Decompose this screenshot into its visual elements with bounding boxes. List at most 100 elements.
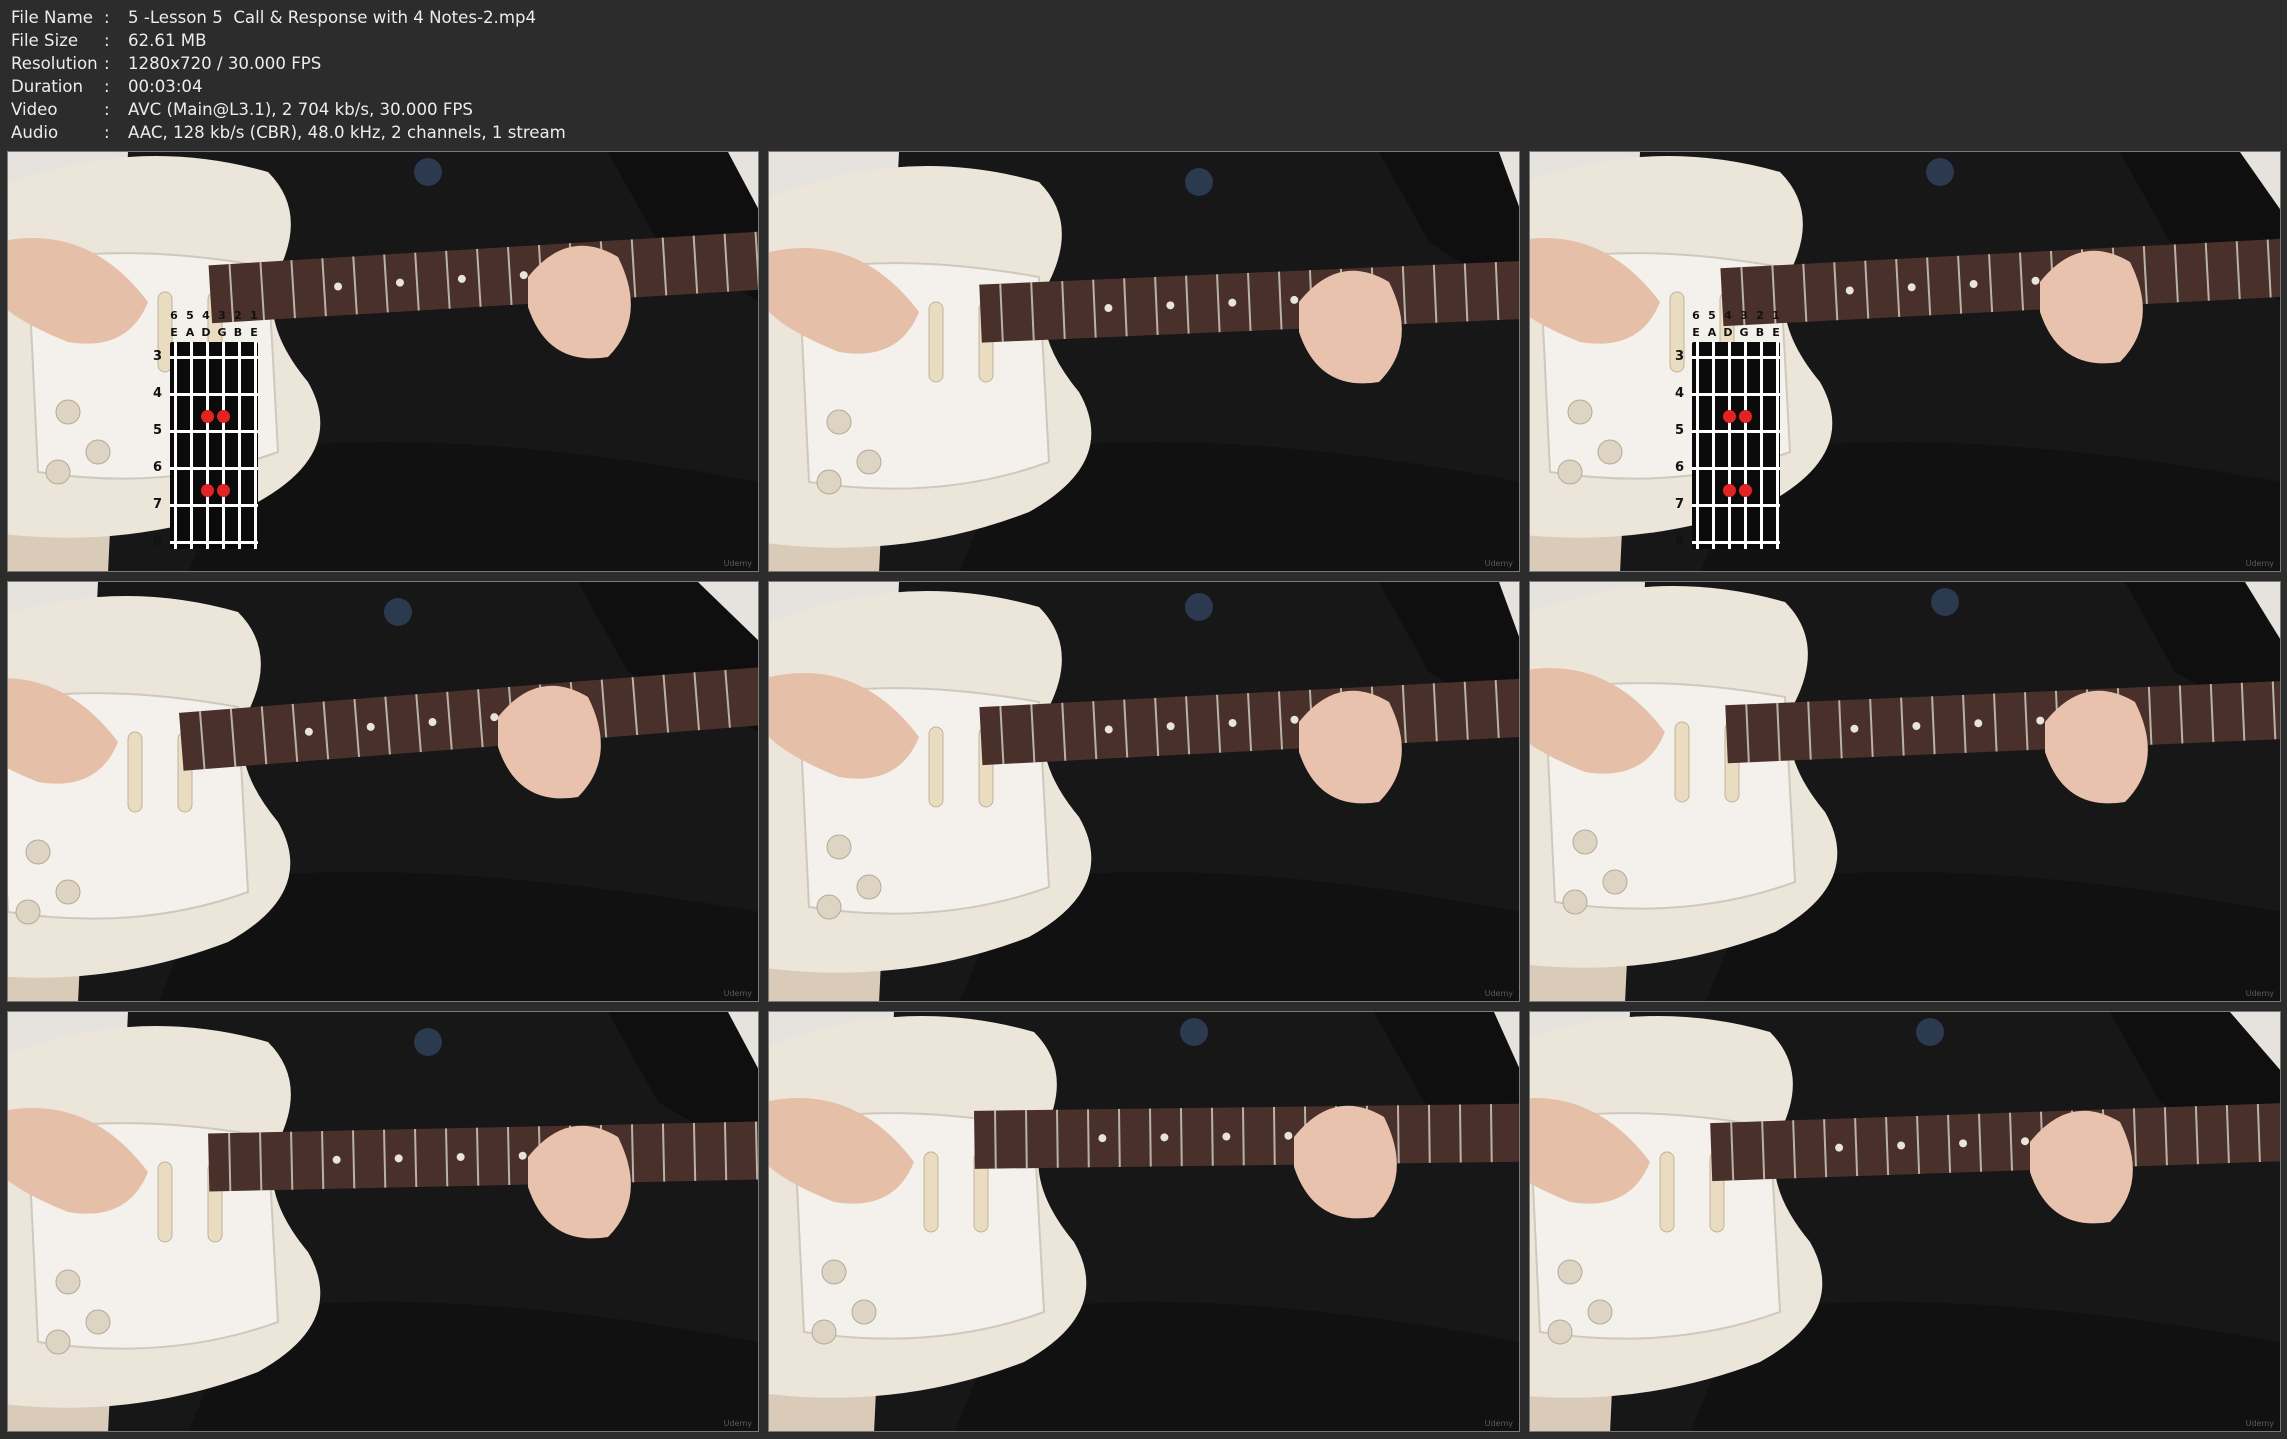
watermark: Udemy xyxy=(1484,559,1513,568)
control-knob xyxy=(1547,1319,1573,1345)
control-knob xyxy=(1557,1259,1583,1285)
video-thumbnail[interactable]: 6 5 4 3 2 1 E A D G B E 3 4 5 6 7 8 Udemy xyxy=(1529,151,2281,572)
chord-string-line xyxy=(254,342,257,549)
file-info-label: Duration xyxy=(11,77,84,96)
chord-diagram: 654321EADGBE345678 xyxy=(153,297,273,552)
chord-fret-line xyxy=(1692,504,1780,507)
control-knob xyxy=(826,834,852,860)
video-thumbnail[interactable]: Udemy xyxy=(7,581,759,1002)
chord-fret-line xyxy=(1692,541,1780,544)
control-knob xyxy=(1567,399,1593,425)
watermark: Udemy xyxy=(2245,559,2274,568)
file-info-separator: : xyxy=(104,31,110,50)
strap-button xyxy=(1916,1018,1944,1046)
string-number-label: 4 xyxy=(202,309,210,322)
fret-number-label: 6 xyxy=(153,460,163,475)
string-name-label: B xyxy=(1755,326,1765,339)
file-info-separator: : xyxy=(104,123,110,142)
string-name-label: E xyxy=(1692,326,1700,339)
fret-number-label: 8 xyxy=(153,534,163,549)
chord-string-line xyxy=(1776,342,1779,549)
string-name-label: G xyxy=(1739,326,1749,339)
strap-button xyxy=(1180,1018,1208,1046)
control-knob xyxy=(45,1329,71,1355)
video-thumbnail[interactable]: Udemy xyxy=(768,151,1520,572)
control-knob xyxy=(1587,1299,1613,1325)
video-thumbnail[interactable]: Udemy xyxy=(7,1011,759,1432)
control-knob xyxy=(856,874,882,900)
file-info-row: Video: AVC (Main@L3.1), 2 704 kb/s, 30.00… xyxy=(11,98,566,121)
string-number-label: 6 xyxy=(1692,309,1700,322)
file-info-row: Duration:00:03:04 xyxy=(11,75,566,98)
control-knob xyxy=(55,1269,81,1295)
fret-number-label: 5 xyxy=(153,423,163,438)
video-thumbnail[interactable]: Udemy xyxy=(768,581,1520,1002)
string-name-label: A xyxy=(1707,326,1717,339)
file-info-panel: File Name:5 -Lesson 5 Call & Response wi… xyxy=(11,6,566,144)
control-knob xyxy=(1562,889,1588,915)
control-knob xyxy=(55,879,81,905)
string-name-label: E xyxy=(1772,326,1780,339)
chord-fret-line xyxy=(1692,430,1780,433)
note-dot xyxy=(217,484,230,497)
thumbnail-scene xyxy=(8,1012,758,1431)
file-info-value: 00:03:04 xyxy=(128,77,203,96)
chord-string-line xyxy=(1712,342,1715,549)
control-knob xyxy=(816,894,842,920)
file-info-label: File Size xyxy=(11,31,79,50)
video-thumbnail[interactable]: 6 5 4 3 2 1 E A D G B E 3 4 5 6 7 8 Udemy xyxy=(7,151,759,572)
control-knob xyxy=(826,409,852,435)
string-number-label: 2 xyxy=(234,309,242,322)
control-knob xyxy=(25,839,51,865)
watermark: Udemy xyxy=(723,989,752,998)
strap-button xyxy=(1185,593,1213,621)
string-number-label: 1 xyxy=(1772,309,1780,322)
video-thumbnail[interactable]: Udemy xyxy=(768,1011,1520,1432)
fret-number-label: 3 xyxy=(1675,349,1685,364)
strap-button xyxy=(1926,158,1954,186)
chord-fret-line xyxy=(170,504,258,507)
string-number-label: 5 xyxy=(186,309,194,322)
file-info-label: Resolution xyxy=(11,54,98,73)
control-knob xyxy=(1597,439,1623,465)
fret-number-label: 5 xyxy=(1675,423,1685,438)
watermark: Udemy xyxy=(723,559,752,568)
control-knob xyxy=(1557,459,1583,485)
strap-button xyxy=(414,158,442,186)
video-thumbnail[interactable]: Udemy xyxy=(1529,1011,2281,1432)
control-knob xyxy=(15,899,41,925)
thumbnail-scene xyxy=(1530,1012,2280,1431)
chord-string-line xyxy=(190,342,193,549)
chord-fret-line xyxy=(170,430,258,433)
file-info-value: AVC (Main@L3.1), 2 704 kb/s, 30.000 FPS xyxy=(128,100,473,119)
thumbnail-scene xyxy=(769,1012,1519,1431)
chord-fretboard xyxy=(1692,342,1780,549)
thumbnail-grid: 6 5 4 3 2 1 E A D G B E 3 4 5 6 7 8 Udemy Udemy 6 5 4 3 2 1 E A D G B E… xyxy=(7,151,2281,1432)
note-dot xyxy=(217,410,230,423)
file-info-value: 5 -Lesson 5 Call & Response with 4 Notes… xyxy=(128,8,537,27)
string-number-label: 5 xyxy=(1708,309,1716,322)
video-thumbnail[interactable]: Udemy xyxy=(1529,581,2281,1002)
chord-string-line xyxy=(174,342,177,549)
pickup xyxy=(928,301,944,383)
file-info-value: AAC, 128 kb/s (CBR), 48.0 kHz, 2 channel… xyxy=(128,123,566,142)
chord-fret-line xyxy=(170,541,258,544)
pickup xyxy=(923,1151,939,1233)
control-knob xyxy=(1572,829,1598,855)
string-number-label: 6 xyxy=(170,309,178,322)
file-info-label: Audio xyxy=(11,123,59,142)
string-name-label: D xyxy=(1723,326,1733,339)
chord-fret-line xyxy=(1692,393,1780,396)
file-info-separator: : xyxy=(104,54,110,73)
string-number-label: 4 xyxy=(1724,309,1732,322)
file-info-label: File Name xyxy=(11,8,93,27)
control-knob xyxy=(851,1299,877,1325)
note-dot xyxy=(201,410,214,423)
string-number-label: 3 xyxy=(218,309,226,322)
note-dot xyxy=(1739,410,1752,423)
fret-number-label: 8 xyxy=(1675,534,1685,549)
thumbnail-scene xyxy=(1530,582,2280,1001)
fret-number-label: 4 xyxy=(153,386,163,401)
string-name-label: D xyxy=(201,326,211,339)
pickup xyxy=(928,726,944,808)
